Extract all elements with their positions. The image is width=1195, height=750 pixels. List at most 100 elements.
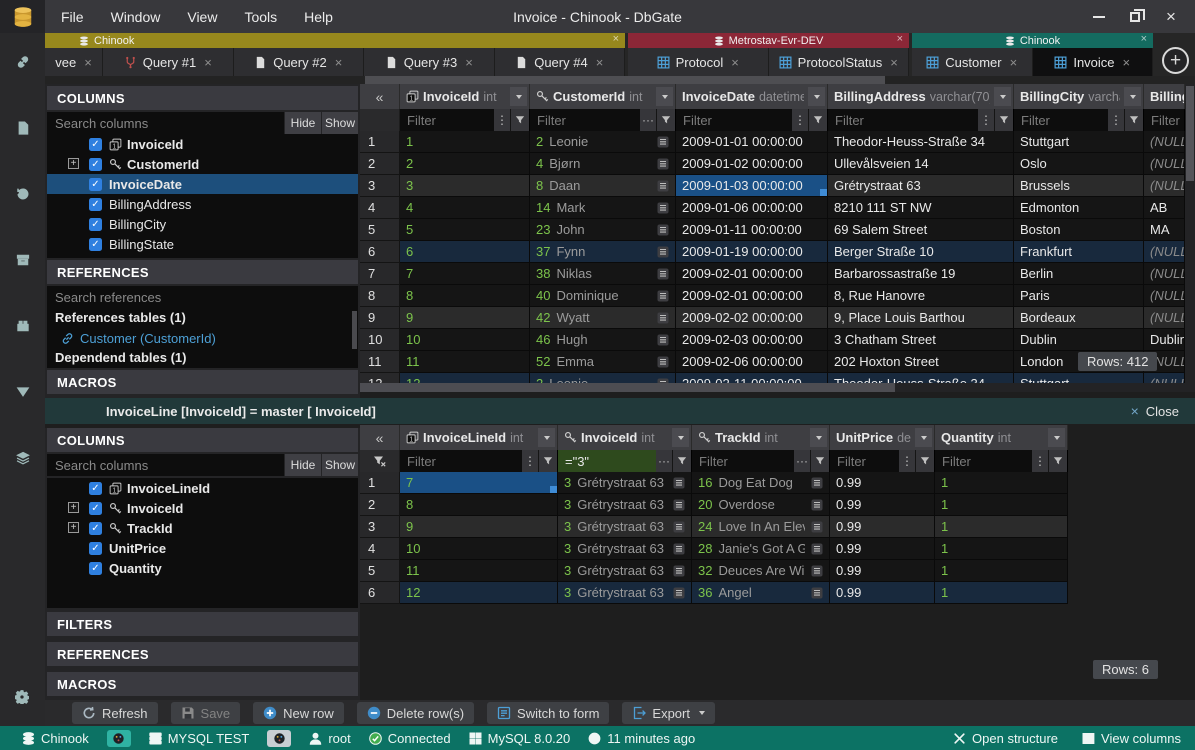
column-item-invoicedate[interactable]: InvoiceDate [47,174,358,194]
close-group-icon[interactable]: × [1141,33,1147,45]
scrollbar-thumb[interactable] [1186,86,1194,181]
open-reference-icon[interactable] [657,246,669,258]
filter-input-invoicelineid[interactable]: Filter [400,450,522,472]
row-number[interactable]: 4 [360,538,400,560]
cell-customerid[interactable]: 38Niklas [530,263,676,285]
checkbox-checked[interactable] [89,138,102,151]
cell-invoicedate[interactable]: 2009-02-03 00:00:00 [676,329,828,351]
filter-input-customerid[interactable]: Filter [530,109,640,131]
filter-input-billingstate[interactable]: Filter [1144,109,1184,131]
cell-customerid[interactable]: 42Wyatt [530,307,676,329]
column-menu-button[interactable] [810,428,827,447]
cell-unitprice[interactable]: 0.99 [830,560,935,582]
close-tab-icon[interactable]: × [1123,55,1131,70]
row-number[interactable]: 3 [360,516,400,538]
filter-input-quantity[interactable]: Filter [935,450,1032,472]
column-menu-button[interactable] [808,87,825,106]
column-item-invoicelineid[interactable]: 1InvoiceLineId [47,478,358,498]
row-number[interactable]: 9 [360,307,400,329]
expand-icon[interactable]: + [68,158,79,169]
cell-billingaddress[interactable]: 69 Salem Street [828,219,1014,241]
show-columns-button[interactable]: Show [322,112,358,134]
close-tab-icon[interactable]: × [465,55,473,70]
cell-billingstate[interactable]: (NULL) [1144,285,1185,307]
cell-customerid[interactable]: 52Emma [530,351,676,373]
menu-view[interactable]: View [187,9,217,25]
open-reference-icon[interactable] [673,565,685,577]
export-button[interactable]: Export [622,702,715,724]
cell-unitprice[interactable]: 0.99 [830,582,935,604]
cell-billingaddress[interactable]: Berger Straße 10 [828,241,1014,263]
cell-invoiceid[interactable]: 3Grétrystraat 63 [558,538,692,560]
menu-file[interactable]: File [61,9,84,25]
filter-input-invoiceid[interactable]: ="3" [558,450,656,472]
panel-header-references[interactable]: REFERENCES [47,642,358,666]
master-grid-hscrollbar[interactable] [360,383,1185,392]
cell-customerid[interactable]: 46Hugh [530,329,676,351]
close-tab-icon[interactable]: × [335,55,343,70]
cell-invoicedate[interactable]: 2009-02-06 00:00:00 [676,351,828,373]
tab-protocolstatus[interactable]: ProtocolStatus× [769,48,910,76]
database-color-badge[interactable] [267,730,291,747]
checkbox-checked[interactable] [89,218,102,231]
column-header-invoiceid[interactable]: 1InvoiceIdint [400,84,530,109]
column-menu-button[interactable] [994,87,1011,106]
connected-status[interactable]: Connected [369,731,451,746]
cell-quantity[interactable]: 1 [935,516,1068,538]
cell-billingaddress[interactable]: Barbarossastraße 19 [828,263,1014,285]
11-minutes-ago-status[interactable]: 11 minutes ago [588,731,695,746]
column-header-invoicedate[interactable]: InvoiceDatedatetime [676,84,828,109]
menu-window[interactable]: Window [111,9,161,25]
open-reference-icon[interactable] [657,224,669,236]
cell-invoicelineid[interactable]: 8 [400,494,558,516]
switch-to-form-button[interactable]: Switch to form [487,702,609,724]
tab-query-2[interactable]: Query #2× [234,48,365,76]
tab-group-header[interactable]: Metrostav-Evr-DEV× [628,33,909,48]
checkbox-checked[interactable] [89,562,102,575]
close-tab-icon[interactable]: × [1010,55,1018,70]
panel-header-filters[interactable]: FILTERS [47,612,358,636]
cell-invoiceid[interactable]: 7 [400,263,530,285]
search-columns-input[interactable] [47,454,284,476]
filter-funnel-button[interactable] [1125,109,1143,131]
cell-billingcity[interactable]: Bordeaux [1014,307,1144,329]
checkbox-checked[interactable] [89,178,102,191]
column-item-billingcity[interactable]: BillingCity [47,214,358,234]
panel-header-columns[interactable]: COLUMNS [47,428,358,452]
row-number[interactable]: 5 [360,219,400,241]
refresh-button[interactable]: Refresh [72,702,158,724]
cell-invoicelineid[interactable]: 10 [400,538,558,560]
cell-trackid[interactable]: 32Deuces Are Wild [692,560,830,582]
open-reference-icon[interactable] [673,521,685,533]
root-status[interactable]: root [309,731,350,746]
cell-billingaddress[interactable]: 9, Place Louis Barthou [828,307,1014,329]
cell-invoicedate[interactable]: 2009-01-11 00:00:00 [676,219,828,241]
cell-billingcity[interactable]: Brussels [1014,175,1144,197]
cell-billingcity[interactable]: Dublin [1014,329,1144,351]
cell-billingaddress[interactable]: 3 Chatham Street [828,329,1014,351]
filter-input-invoicedate[interactable]: Filter [676,109,792,131]
column-header-billingstate[interactable]: BillingStatevarchar [1144,84,1185,109]
cell-billingaddress[interactable]: Theodor-Heuss-Straße 34 [828,373,1014,383]
cell-invoicedate[interactable]: 2009-01-06 00:00:00 [676,197,828,219]
mysql-test-status[interactable]: MYSQL TEST [149,731,250,746]
column-item-unitprice[interactable]: UnitPrice [47,538,358,558]
selection-handle[interactable] [820,189,827,196]
search-columns-input[interactable] [47,112,284,134]
chinook-status[interactable]: Chinook [22,731,89,746]
filter-more-button[interactable]: ··· [656,450,672,472]
filter-input-billingcity[interactable]: Filter [1014,109,1108,131]
cell-billingaddress[interactable]: 202 Hoxton Street [828,351,1014,373]
column-header-billingaddress[interactable]: BillingAddressvarchar(70) [828,84,1014,109]
cell-invoiceid[interactable]: 8 [400,285,530,307]
tab-invoice[interactable]: Invoice× [1033,48,1154,76]
row-number[interactable]: 7 [360,263,400,285]
cell-invoiceid[interactable]: 3Grétrystraat 63 [558,472,692,494]
close-tab-icon[interactable]: × [84,55,92,70]
column-menu-button[interactable] [915,428,932,447]
close-tab-icon[interactable]: × [596,55,604,70]
cell-quantity[interactable]: 1 [935,494,1068,516]
show-columns-button[interactable]: Show [322,454,358,476]
cell-trackid[interactable]: 16Dog Eat Dog [692,472,830,494]
cell-billingcity[interactable]: Stuttgart [1014,373,1144,383]
